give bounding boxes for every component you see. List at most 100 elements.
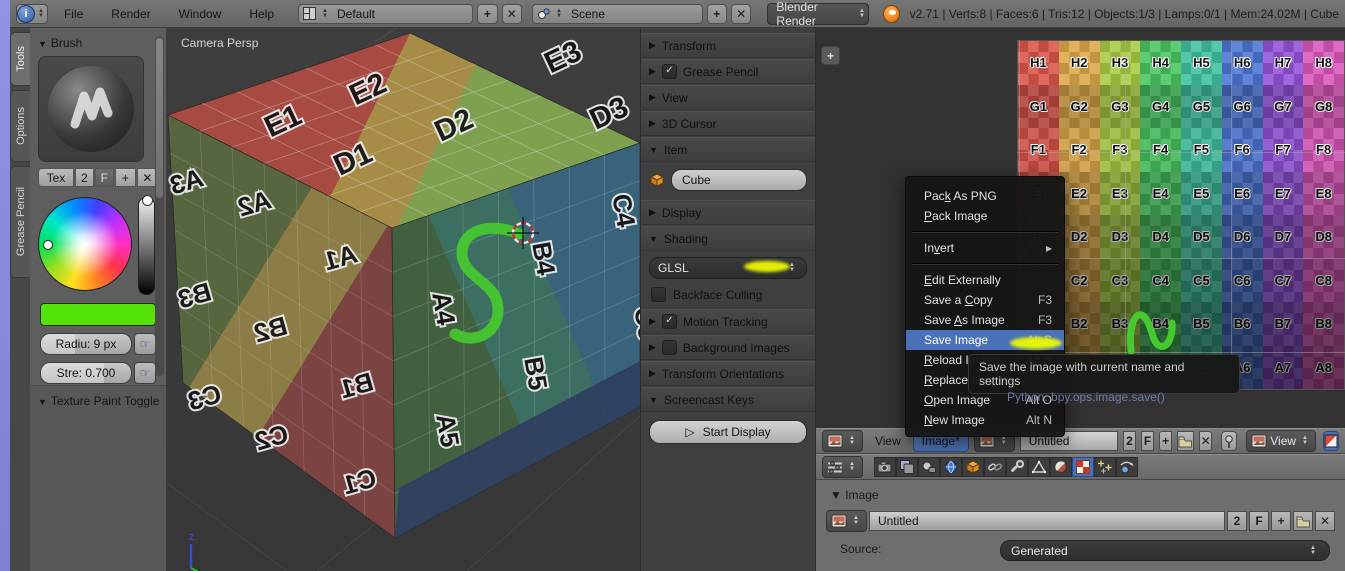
properties-tab-texture[interactable] bbox=[1071, 457, 1094, 477]
menu-render[interactable]: Render bbox=[99, 7, 162, 21]
brush-preview[interactable] bbox=[38, 56, 144, 162]
source-value: Generated bbox=[1011, 543, 1068, 558]
value-slider[interactable] bbox=[138, 195, 155, 295]
properties-tab-object-data[interactable] bbox=[1027, 457, 1050, 477]
image-panel-header[interactable]: ▼ Image bbox=[830, 488, 879, 502]
render-engine-dropdown[interactable]: Blender Render ▲ ▼ bbox=[767, 0, 869, 28]
open-image-button[interactable] bbox=[1177, 431, 1195, 451]
menu-item-new-image[interactable]: New Image Alt N bbox=[906, 410, 1064, 430]
panel-header-3d-cursor[interactable]: ▶ 3D Cursor bbox=[641, 111, 815, 136]
new-image-button[interactable]: + bbox=[1271, 511, 1291, 531]
screen-layout-selector[interactable]: ▲ ▼ Default bbox=[298, 3, 474, 24]
image-users-button[interactable]: 2 bbox=[1227, 511, 1247, 531]
delete-layout-button[interactable]: ✕ bbox=[501, 3, 523, 24]
menu-item-pack-image[interactable]: Pack Image bbox=[906, 206, 1064, 226]
open-image-button[interactable] bbox=[1293, 511, 1313, 531]
properties-tab-modifiers[interactable] bbox=[1005, 457, 1028, 477]
texture-datablock-button[interactable]: Tex bbox=[38, 168, 74, 187]
radius-slider[interactable]: Radiu: 9 px bbox=[40, 333, 132, 355]
panel-header-transform[interactable]: ▶ Transform bbox=[641, 33, 815, 58]
menu-file[interactable]: File bbox=[52, 7, 95, 21]
tab-grease-pencil[interactable]: Grease Pencil bbox=[10, 166, 30, 278]
value-slider-knob[interactable] bbox=[142, 195, 153, 206]
checkbox[interactable] bbox=[651, 287, 666, 302]
properties-tab-render-layers[interactable] bbox=[895, 457, 918, 477]
image-fake-user-button[interactable]: F bbox=[1140, 431, 1155, 451]
menu-item-pack-as-png[interactable]: Pack As PNG bbox=[906, 186, 1064, 206]
triangle-right-icon: ▶ bbox=[649, 40, 656, 50]
panel-header-transform-orientations[interactable]: ▶ Transform Orientations bbox=[641, 361, 815, 386]
panel-header-screencast-keys[interactable]: ▼ Screencast Keys bbox=[641, 387, 815, 412]
panel-header-motion-tracking[interactable]: ▶ ✓ Motion Tracking bbox=[641, 309, 815, 334]
properties-tab-constraints[interactable] bbox=[983, 457, 1006, 477]
uv-menu-view[interactable]: View bbox=[868, 434, 908, 448]
grid-cell-H6: H6 bbox=[1221, 41, 1263, 85]
image-fake-user-button[interactable]: F bbox=[1249, 511, 1269, 531]
pressure-radius-icon[interactable]: ☞ bbox=[134, 333, 156, 355]
menu-window[interactable]: Window bbox=[167, 7, 234, 21]
properties-tab-scene[interactable] bbox=[917, 457, 940, 477]
color-wheel-cursor[interactable] bbox=[43, 240, 53, 250]
panel-header-shading[interactable]: ▼ Shading bbox=[641, 226, 815, 251]
checkbox[interactable]: ✓ bbox=[661, 314, 677, 329]
menu-item-edit-externally[interactable]: Edit Externally bbox=[906, 270, 1064, 290]
properties-tab-material[interactable] bbox=[1049, 457, 1072, 477]
menu-help[interactable]: Help bbox=[237, 7, 286, 21]
pressure-strength-icon[interactable]: ☞ bbox=[134, 362, 156, 384]
color-wheel[interactable] bbox=[38, 197, 132, 291]
draw-checker-button[interactable] bbox=[1323, 431, 1339, 451]
add-scene-button[interactable]: + bbox=[706, 3, 727, 24]
panel-header-display[interactable]: ▶ Display bbox=[641, 200, 815, 225]
panel-header-view[interactable]: ▶ View bbox=[641, 85, 815, 110]
unlink-image-button[interactable]: ✕ bbox=[1199, 431, 1213, 451]
display-channels-dropdown[interactable]: View ▲ ▼ bbox=[1246, 430, 1316, 452]
panel-header-background-images[interactable]: ▶ Background Images bbox=[641, 335, 815, 360]
strength-slider[interactable]: Stre: 0.700 bbox=[40, 362, 132, 384]
object-name-field[interactable]: Cube bbox=[671, 169, 807, 191]
properties-tab-particles[interactable] bbox=[1093, 457, 1116, 477]
pin-image-button[interactable] bbox=[1221, 431, 1238, 451]
panel-header-item[interactable]: ▼ Item bbox=[641, 137, 815, 162]
image-datablock-row: ▲ ▼ Untitled 2 F + ✕ bbox=[826, 510, 1335, 532]
viewport-3d[interactable]: E1 E2 E3 D1 D2 D3 A3 A2 A1 B3 B2 B1 C3 C2 C1 B4 C4 C5 B5 A4… bbox=[167, 28, 640, 571]
paint-stroke-uv bbox=[1126, 311, 1176, 355]
unlink-image-button[interactable]: ✕ bbox=[1315, 511, 1335, 531]
tool-shelf-scrollbar[interactable] bbox=[155, 36, 164, 376]
new-texture-button[interactable]: + bbox=[114, 168, 136, 187]
image-name-field[interactable]: Untitled bbox=[868, 511, 1225, 531]
properties-tab-physics[interactable] bbox=[1115, 457, 1138, 477]
texture-users-button[interactable]: 2 bbox=[74, 168, 94, 187]
editor-type-selector[interactable]: i ▲ ▼ bbox=[16, 3, 48, 24]
add-layout-button[interactable]: + bbox=[477, 3, 498, 24]
checkbox-row-backface-culling[interactable]: Backface Culling bbox=[641, 281, 815, 308]
menu-item-invert[interactable]: Invert ▸ bbox=[906, 238, 1064, 258]
properties-tab-object[interactable] bbox=[961, 457, 984, 477]
fake-user-button[interactable]: F bbox=[94, 168, 114, 187]
region-expand-icon[interactable]: + bbox=[821, 46, 840, 65]
brush-texture-row: Tex 2 F + ✕ bbox=[38, 168, 158, 187]
grid-cell-G5: G5 bbox=[1181, 84, 1222, 128]
delete-scene-button[interactable]: ✕ bbox=[731, 3, 752, 24]
new-image-button[interactable]: + bbox=[1159, 431, 1173, 451]
image-users-button[interactable]: 2 bbox=[1122, 431, 1136, 451]
brush-color-swatch[interactable] bbox=[40, 303, 156, 326]
brush-panel-header[interactable]: ▼ Brush bbox=[30, 28, 166, 54]
source-dropdown[interactable]: Generated ▲ ▼ bbox=[1000, 540, 1330, 561]
tooltip: Save the image with current name and set… bbox=[968, 354, 1240, 404]
editor-type-button[interactable]: ▲ ▼ bbox=[822, 456, 863, 478]
panel-header-grease-pencil[interactable]: ▶ ✓ Grease Pencil bbox=[641, 59, 815, 84]
menu-item-save-a-copy[interactable]: Save a Copy F3 bbox=[906, 290, 1064, 310]
grid-cell-E6: E6 bbox=[1221, 171, 1263, 215]
checkbox[interactable]: ✓ bbox=[661, 64, 677, 79]
start-display-button[interactable]: ▷ Start Display bbox=[649, 420, 807, 444]
scene-selector[interactable]: ▲ ▼ Scene bbox=[532, 3, 703, 24]
tab-options[interactable]: Options bbox=[10, 90, 30, 162]
texture-paint-toggle-header[interactable]: ▼ Texture Paint Toggle bbox=[30, 386, 166, 412]
tab-tools[interactable]: Tools bbox=[10, 32, 30, 86]
properties-tab-world[interactable] bbox=[939, 457, 962, 477]
menu-item-save-as-image[interactable]: Save As Image F3 bbox=[906, 310, 1064, 330]
checkbox[interactable] bbox=[661, 340, 677, 355]
properties-tab-render[interactable] bbox=[873, 457, 896, 477]
image-browse-button[interactable]: ▲ ▼ bbox=[826, 510, 867, 532]
editor-type-button[interactable]: ▲ ▼ bbox=[822, 430, 863, 452]
